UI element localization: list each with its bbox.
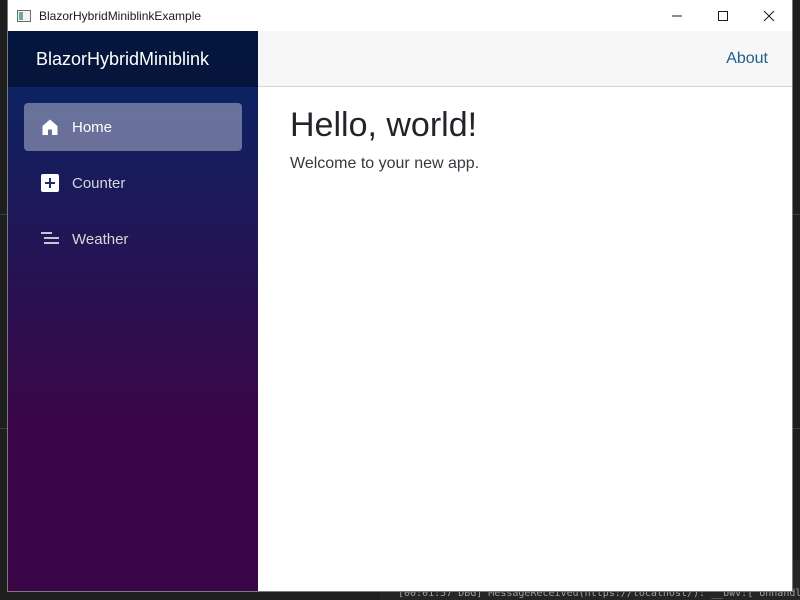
sidebar-item-home[interactable]: Home bbox=[24, 103, 242, 151]
background-divider bbox=[792, 214, 800, 215]
background-divider bbox=[0, 214, 8, 215]
about-link[interactable]: About bbox=[726, 50, 768, 68]
page-subtitle: Welcome to your new app. bbox=[290, 155, 480, 172]
app-window: BlazorHybridMiniblinkExample BlazorHybri… bbox=[8, 0, 792, 591]
nav-menu: Home Counter Weather bbox=[8, 87, 258, 263]
main-content: Hello, world! Welcome to your new app. bbox=[290, 103, 479, 173]
sidebar-item-counter[interactable]: Counter bbox=[24, 159, 242, 207]
top-row: About bbox=[258, 31, 792, 87]
plus-icon bbox=[40, 173, 60, 193]
title-bar[interactable]: BlazorHybridMiniblinkExample bbox=[8, 0, 792, 31]
background-divider bbox=[0, 428, 8, 429]
close-button[interactable] bbox=[746, 0, 792, 31]
sidebar-item-weather[interactable]: Weather bbox=[24, 215, 242, 263]
sidebar: BlazorHybridMiniblink Home Counter Weath… bbox=[8, 31, 258, 591]
home-icon bbox=[40, 117, 60, 137]
app-icon bbox=[17, 9, 31, 22]
maximize-button[interactable] bbox=[700, 0, 746, 31]
sidebar-item-label: Weather bbox=[72, 230, 129, 248]
window-title: BlazorHybridMiniblinkExample bbox=[39, 8, 202, 23]
minimize-button[interactable] bbox=[654, 0, 700, 31]
background-divider bbox=[792, 428, 800, 429]
brand-bar: BlazorHybridMiniblink bbox=[8, 31, 258, 87]
maximize-icon bbox=[717, 10, 729, 22]
sidebar-item-label: Home bbox=[72, 118, 113, 136]
sidebar-item-label: Counter bbox=[72, 174, 126, 192]
list-icon bbox=[40, 229, 60, 249]
minimize-icon bbox=[671, 10, 683, 22]
brand-link[interactable]: BlazorHybridMiniblink bbox=[36, 49, 209, 70]
close-icon bbox=[763, 10, 775, 22]
page-title: Hello, world! bbox=[290, 106, 478, 144]
